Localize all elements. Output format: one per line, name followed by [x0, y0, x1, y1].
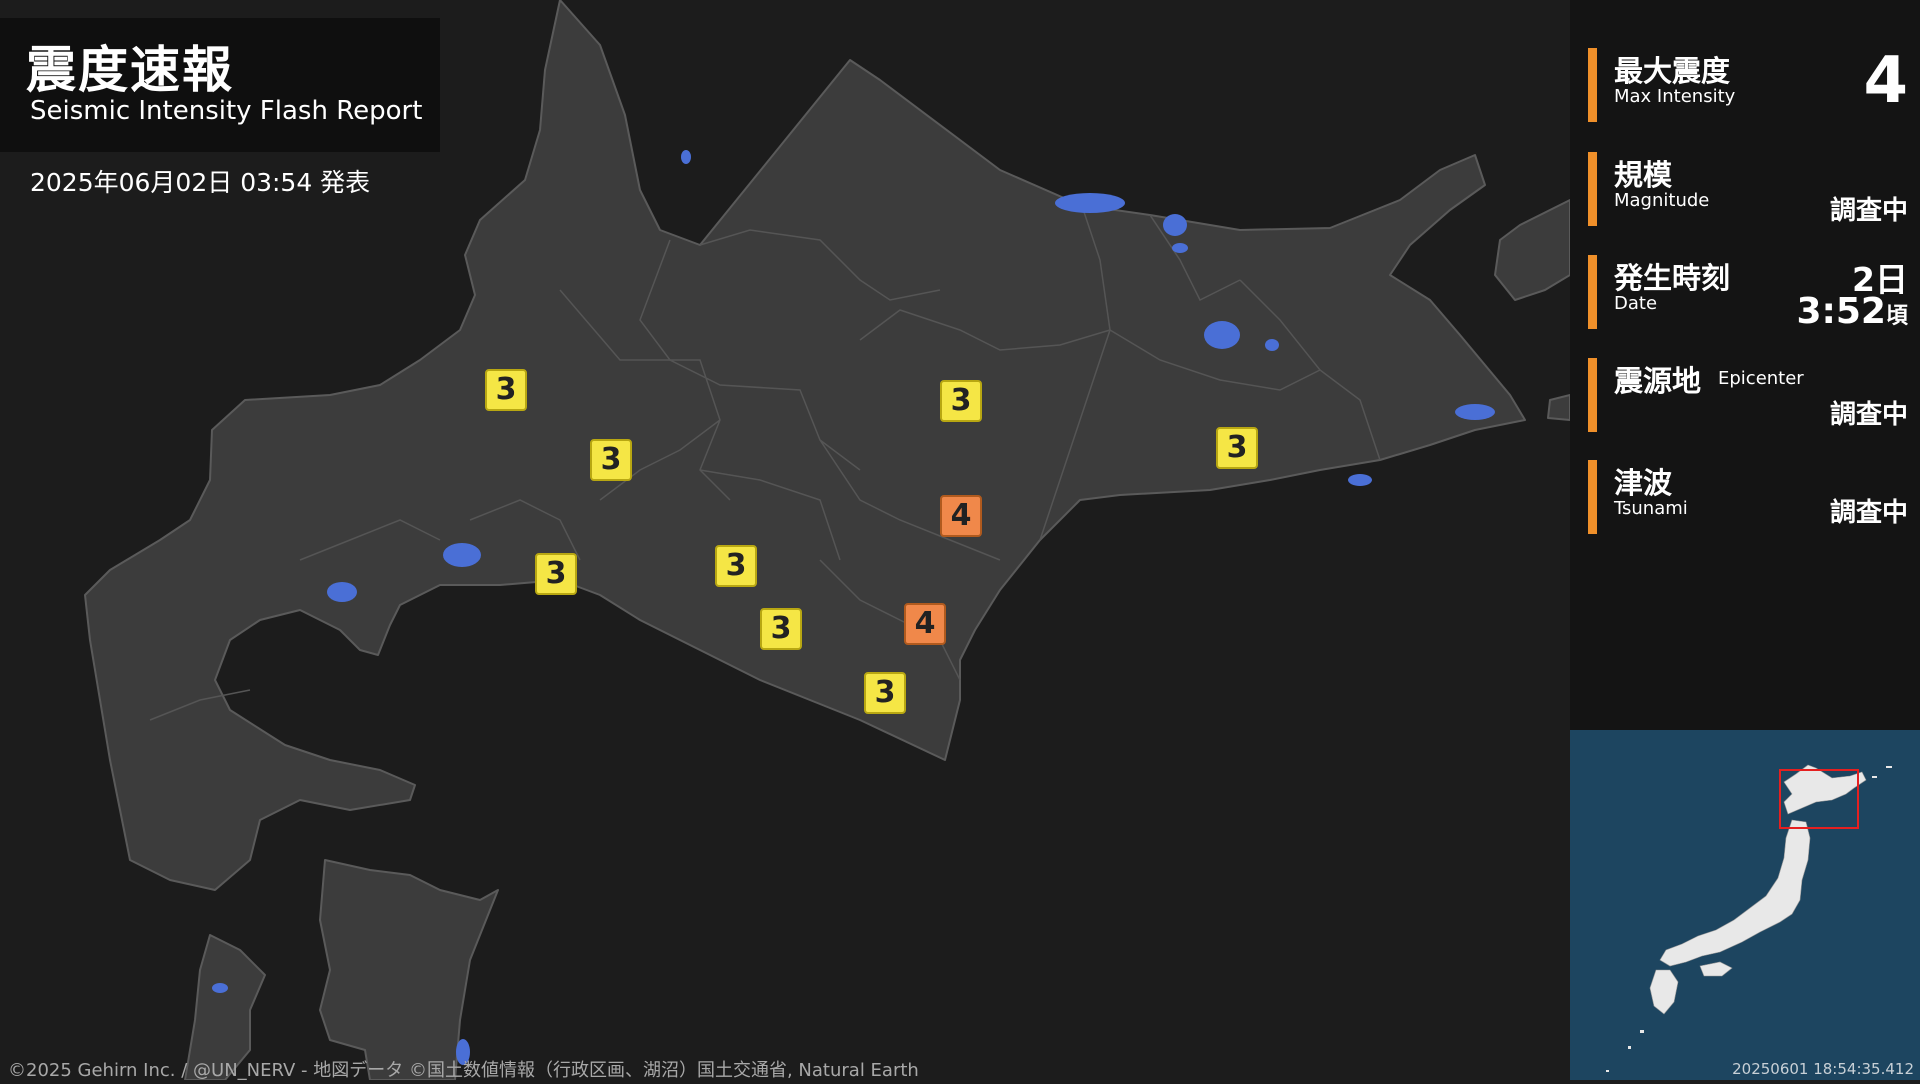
- lake: [1172, 243, 1188, 253]
- page-subtitle: Seismic Intensity Flash Report: [30, 96, 423, 126]
- magnitude-value: 調査中: [1829, 196, 1908, 226]
- inset-honshu: [1659, 819, 1811, 967]
- shiretoko-tip: [1547, 394, 1570, 421]
- max-intensity-value: 4: [1863, 44, 1908, 118]
- intensity-marker[interactable]: 3: [485, 369, 527, 411]
- epicenter-value: 調査中: [1829, 400, 1908, 430]
- inset-shikoku: [1699, 961, 1733, 977]
- japan-inset-map: 20250601 18:54:35.412: [1570, 730, 1920, 1080]
- date-label-en: Date: [1614, 293, 1658, 314]
- inset-hokkaido: [1783, 764, 1867, 815]
- tsunami-label-en: Tsunami: [1614, 498, 1688, 519]
- lake: [212, 983, 228, 993]
- date-time-suffix: 頃: [1885, 304, 1908, 329]
- intensity-marker[interactable]: 4: [940, 495, 982, 537]
- max-intensity-row: 最大震度 Max Intensity 4: [1588, 44, 1908, 122]
- intensity-marker[interactable]: 3: [1216, 427, 1258, 469]
- intensity-marker[interactable]: 3: [715, 545, 757, 587]
- intensity-marker[interactable]: 3: [864, 672, 906, 714]
- timestamp: 20250601 18:54:35.412: [1732, 1060, 1914, 1078]
- accent-bar: [1588, 255, 1597, 329]
- inset-svg: [1606, 764, 1892, 1072]
- date-row: 発生時刻 Date 2日 3:52頃: [1588, 255, 1908, 332]
- accent-bar: [1588, 48, 1597, 122]
- lake: [1204, 321, 1240, 349]
- date-time: 3:52頃: [1796, 291, 1908, 332]
- magnitude-row: 規模 Magnitude 調査中: [1588, 152, 1908, 226]
- inset-island: [1606, 1070, 1609, 1072]
- epicenter-label: 震源地: [1614, 364, 1702, 398]
- inset-kyushu: [1649, 969, 1679, 1015]
- epicenter-row: 震源地 Epicenter 調査中: [1588, 358, 1908, 432]
- intensity-marker[interactable]: 4: [904, 603, 946, 645]
- lake: [1455, 404, 1495, 420]
- lake: [327, 582, 357, 602]
- inset-island: [1872, 776, 1877, 778]
- intensity-marker[interactable]: 3: [940, 380, 982, 422]
- lake: [681, 150, 691, 164]
- accent-bar: [1588, 152, 1597, 226]
- intensity-map: [0, 0, 1570, 1080]
- lake: [1055, 193, 1125, 213]
- accent-bar: [1588, 460, 1597, 534]
- lake: [1348, 474, 1372, 486]
- lake: [1163, 214, 1187, 236]
- epicenter-label-en: Epicenter: [1718, 368, 1804, 389]
- inset-island: [1628, 1046, 1631, 1049]
- date-time-value: 3:52: [1796, 291, 1886, 332]
- lake: [1265, 339, 1279, 351]
- tsunami-row: 津波 Tsunami 調査中: [1588, 460, 1908, 534]
- tsunami-label: 津波: [1614, 466, 1673, 500]
- max-intensity-label: 最大震度: [1614, 54, 1731, 88]
- magnitude-label: 規模: [1614, 158, 1673, 192]
- max-intensity-label-en: Max Intensity: [1614, 86, 1736, 107]
- magnitude-label-en: Magnitude: [1614, 190, 1710, 211]
- tsunami-value: 調査中: [1829, 498, 1908, 528]
- inset-island: [1640, 1030, 1644, 1033]
- intensity-marker[interactable]: 3: [535, 553, 577, 595]
- date-label: 発生時刻: [1614, 261, 1731, 295]
- accent-bar: [1588, 358, 1597, 432]
- info-panel: 最大震度 Max Intensity 4 規模 Magnitude 調査中 発生…: [1570, 0, 1920, 730]
- page-title: 震度速報: [26, 41, 234, 99]
- intensity-marker[interactable]: 3: [760, 608, 802, 650]
- lake: [443, 543, 481, 567]
- map-credit: ©2025 Gehirn Inc. / @UN_NERV - 地図データ ©国土…: [8, 1060, 919, 1081]
- intensity-marker[interactable]: 3: [590, 439, 632, 481]
- inset-island: [1886, 766, 1892, 768]
- issued-time: 2025年06月02日 03:54 発表: [30, 168, 371, 197]
